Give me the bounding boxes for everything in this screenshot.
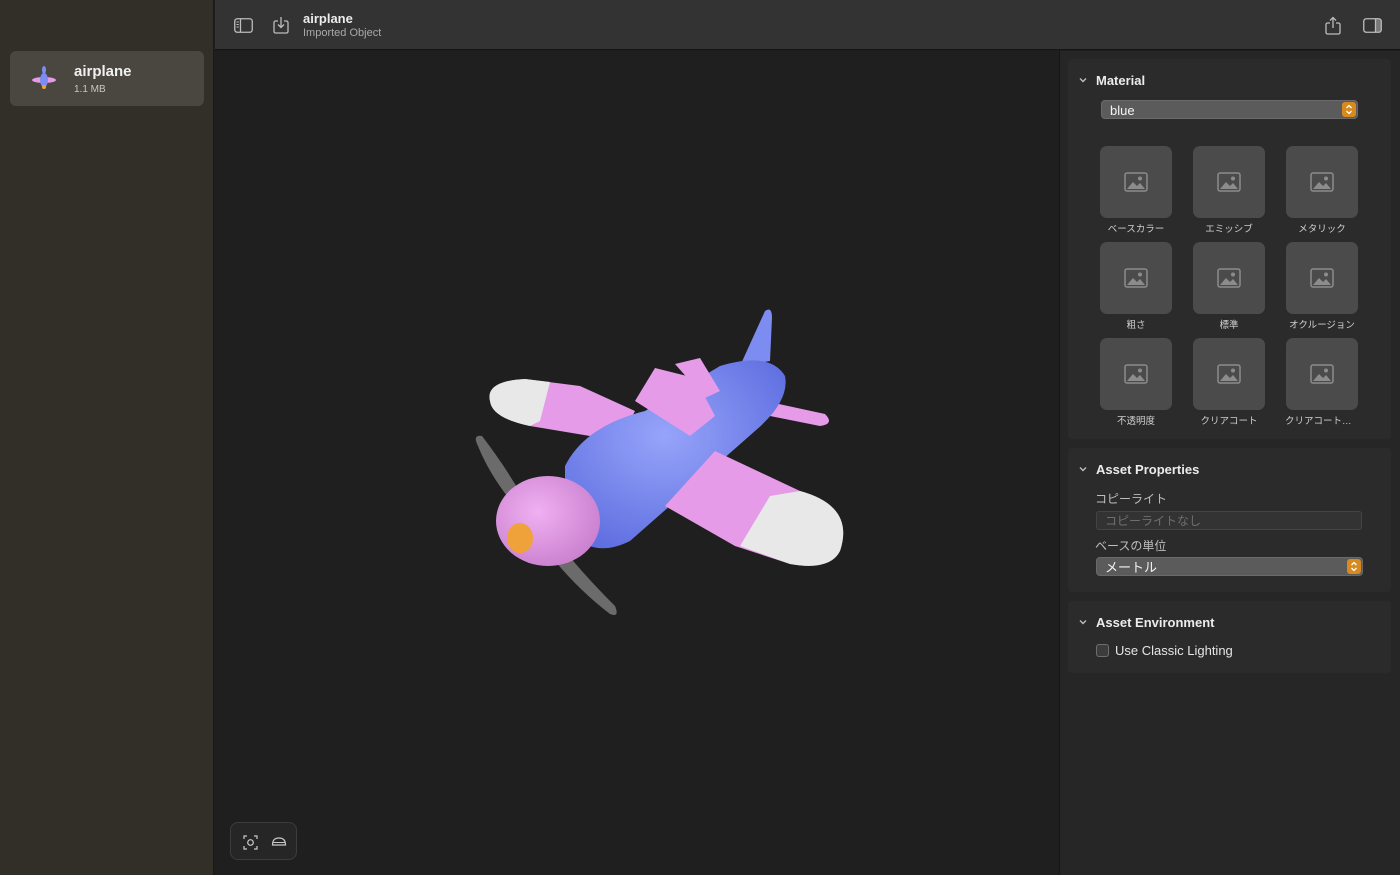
texture-label: メタリック [1298,224,1346,235]
asset-properties-header[interactable]: Asset Properties [1078,460,1199,478]
up-down-arrows-icon [1347,559,1361,574]
image-placeholder-icon [1100,146,1172,218]
texture-slot-metallic[interactable]: メタリック [1285,146,1359,235]
image-placeholder-icon [1100,338,1172,410]
app-window: airplane 1.1 MB airplane Imported Object [0,0,1400,875]
up-down-arrows-icon [1342,102,1356,117]
inspector-toggle-icon [1362,17,1382,33]
base-unit-value: メートル [1105,560,1158,575]
asset-environment-header[interactable]: Asset Environment [1078,613,1214,631]
texture-slot-normal[interactable]: 標準 [1192,242,1266,331]
texture-slot-clearcoat-roughness[interactable]: クリアコートの… [1285,338,1359,427]
texture-label: ベースカラー [1107,224,1165,235]
sidebar: airplane 1.1 MB [0,0,214,875]
material-section: Material blue ベースカラー エミッシブ メタリック 粗さ 標準 オ… [1068,59,1391,439]
classic-lighting-checkbox[interactable] [1096,644,1109,657]
chevron-down-icon [1079,78,1087,83]
copyright-field[interactable] [1096,511,1362,530]
sidebar-toggle-icon [233,17,253,33]
inspector-panel: Material blue ベースカラー エミッシブ メタリック 粗さ 標準 オ… [1059,51,1400,875]
chevron-down-icon [1079,620,1087,625]
classic-lighting-label: Use Classic Lighting [1115,643,1233,658]
texture-label: 粗さ [1126,320,1146,331]
image-placeholder-icon [1100,242,1172,314]
texture-slot-occlusion[interactable]: オクルージョン [1285,242,1359,331]
document-subtitle: Imported Object [303,27,382,39]
image-placeholder-icon [1193,146,1265,218]
share-button[interactable] [1321,13,1345,37]
toolbar: airplane Imported Object [215,0,1400,50]
import-button[interactable] [269,13,293,37]
texture-label: エミッシブ [1205,224,1253,235]
asset-environment-title: Asset Environment [1096,614,1215,630]
asset-environment-section: Asset Environment Use Classic Lighting [1068,601,1391,673]
material-select[interactable]: blue [1101,100,1358,119]
frame-object-icon [242,834,258,850]
airplane-model[interactable] [470,306,850,626]
frame-object-button[interactable] [240,832,260,852]
texture-label: 標準 [1219,320,1239,331]
material-select-value: blue [1110,103,1135,118]
material-section-header[interactable]: Material [1078,71,1145,89]
base-unit-label: ベースの単位 [1095,539,1167,553]
import-icon [273,17,289,34]
texture-label: オクルージョン [1289,320,1355,331]
classic-lighting-option[interactable]: Use Classic Lighting [1096,643,1233,658]
viewport-controls [230,822,297,860]
image-placeholder-icon [1286,146,1358,218]
texture-slot-base-color[interactable]: ベースカラー [1099,146,1173,235]
image-placeholder-icon [1286,338,1358,410]
texture-label: クリアコート [1200,416,1258,427]
copyright-label: コピーライト [1095,492,1168,506]
image-placeholder-icon [1286,242,1358,314]
texture-slot-roughness[interactable]: 粗さ [1099,242,1173,331]
sidebar-toggle-button[interactable] [231,13,255,37]
asset-properties-section: Asset Properties コピーライト ベースの単位 メートル [1068,448,1391,592]
base-unit-select[interactable]: メートル [1096,557,1363,576]
image-placeholder-icon [1193,338,1265,410]
asset-properties-title: Asset Properties [1096,461,1200,477]
texture-slot-clearcoat[interactable]: クリアコート [1192,338,1266,427]
environment-icon [271,837,287,846]
airplane-thumbnail [32,66,56,89]
texture-label: クリアコートの… [1285,416,1359,427]
texture-label: 不透明度 [1116,416,1155,427]
chevron-down-icon [1079,467,1087,472]
material-title: Material [1096,72,1146,88]
file-size: 1.1 MB [74,84,106,95]
3d-viewport[interactable] [215,51,1059,875]
sidebar-file-airplane[interactable]: airplane 1.1 MB [10,51,204,106]
document-title: airplane [303,11,353,26]
file-name: airplane [74,63,132,80]
texture-slot-emissive[interactable]: エミッシブ [1192,146,1266,235]
image-placeholder-icon [1193,242,1265,314]
inspector-toggle-button[interactable] [1360,13,1384,37]
environment-button[interactable] [269,832,289,852]
texture-slot-opacity[interactable]: 不透明度 [1099,338,1173,427]
share-icon [1325,16,1341,35]
